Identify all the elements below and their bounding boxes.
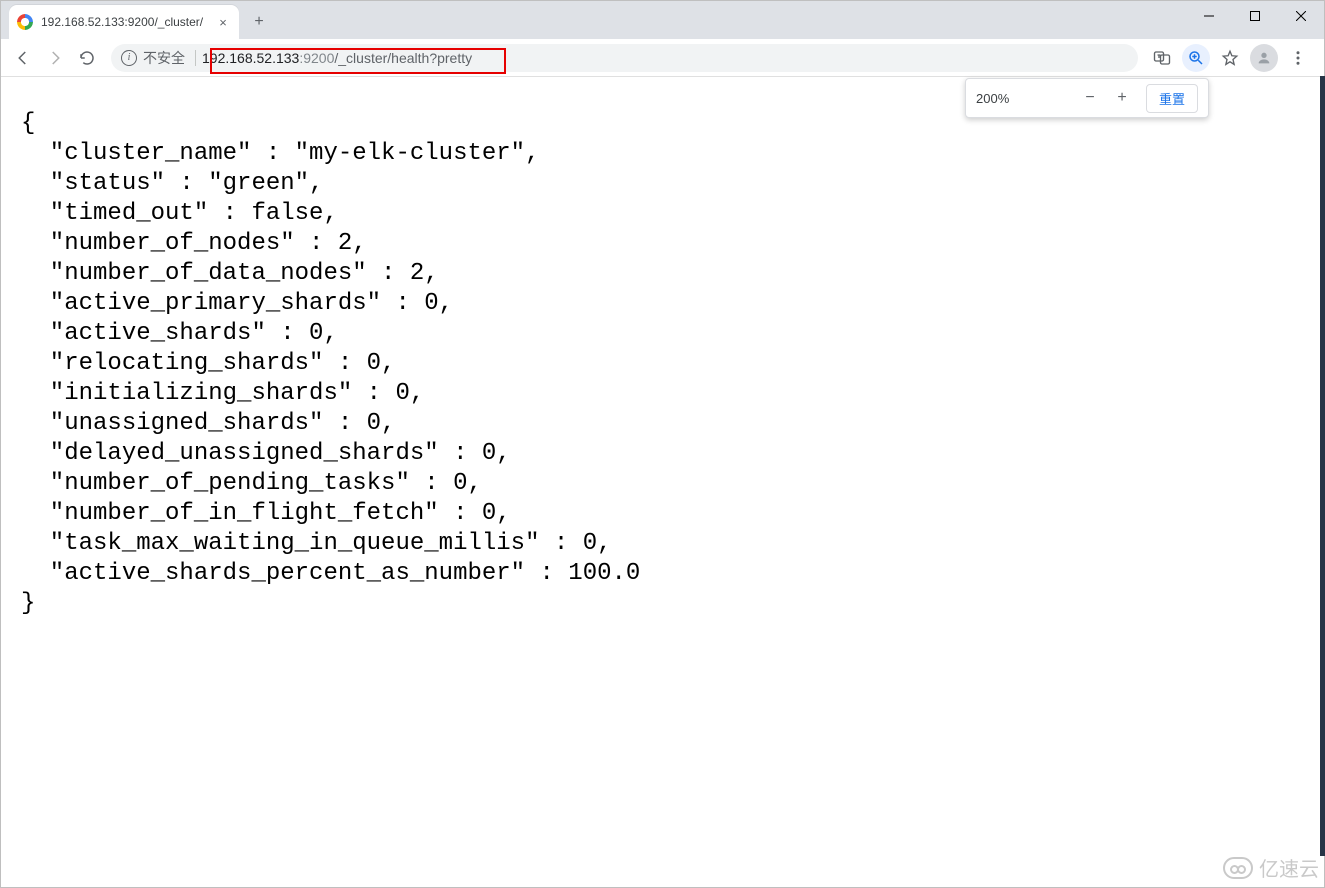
- address-bar[interactable]: i 不安全 192.168.52.133:9200/_cluster/healt…: [111, 44, 1138, 72]
- window-controls: [1186, 1, 1324, 31]
- zoom-popup: 200% − + 重置: [965, 78, 1209, 118]
- url-port: :9200: [299, 50, 334, 66]
- url-text: 192.168.52.133:9200/_cluster/health?pret…: [202, 50, 472, 66]
- zoom-out-button[interactable]: −: [1076, 84, 1104, 112]
- profile-avatar-icon[interactable]: [1250, 44, 1278, 72]
- minimize-button[interactable]: [1186, 1, 1232, 31]
- translate-icon[interactable]: [1148, 44, 1176, 72]
- toolbar-right-icons: [1148, 44, 1316, 72]
- reload-button[interactable]: [73, 44, 101, 72]
- browser-toolbar: i 不安全 192.168.52.133:9200/_cluster/healt…: [1, 39, 1324, 77]
- url-path: /_cluster/health?pretty: [334, 50, 472, 66]
- tab-favicon-icon: [17, 14, 33, 30]
- back-button[interactable]: [9, 44, 37, 72]
- json-response-body[interactable]: { "cluster_name" : "my-elk-cluster", "st…: [1, 101, 1324, 863]
- new-tab-button[interactable]: +: [245, 8, 273, 36]
- zoom-indicator-icon[interactable]: [1182, 44, 1210, 72]
- zoom-in-button[interactable]: +: [1108, 84, 1136, 112]
- kebab-menu-icon[interactable]: [1284, 44, 1312, 72]
- insecure-label: 不安全: [143, 48, 185, 68]
- tab-title: 192.168.52.133:9200/_cluster/: [41, 15, 207, 29]
- browser-window: 192.168.52.133:9200/_cluster/ × +: [0, 0, 1325, 888]
- zoom-value: 200%: [976, 91, 1072, 106]
- site-info-icon[interactable]: i: [121, 50, 137, 66]
- browser-tab[interactable]: 192.168.52.133:9200/_cluster/ ×: [9, 5, 239, 39]
- close-tab-button[interactable]: ×: [215, 14, 231, 30]
- tab-strip: 192.168.52.133:9200/_cluster/ × +: [1, 1, 1324, 39]
- bookmark-star-icon[interactable]: [1216, 44, 1244, 72]
- separator: [195, 50, 196, 66]
- right-edge-sliver: [1320, 76, 1325, 856]
- zoom-reset-button[interactable]: 重置: [1146, 84, 1198, 113]
- maximize-button[interactable]: [1232, 1, 1278, 31]
- forward-button[interactable]: [41, 44, 69, 72]
- close-window-button[interactable]: [1278, 1, 1324, 31]
- url-host: 192.168.52.133: [202, 50, 299, 66]
